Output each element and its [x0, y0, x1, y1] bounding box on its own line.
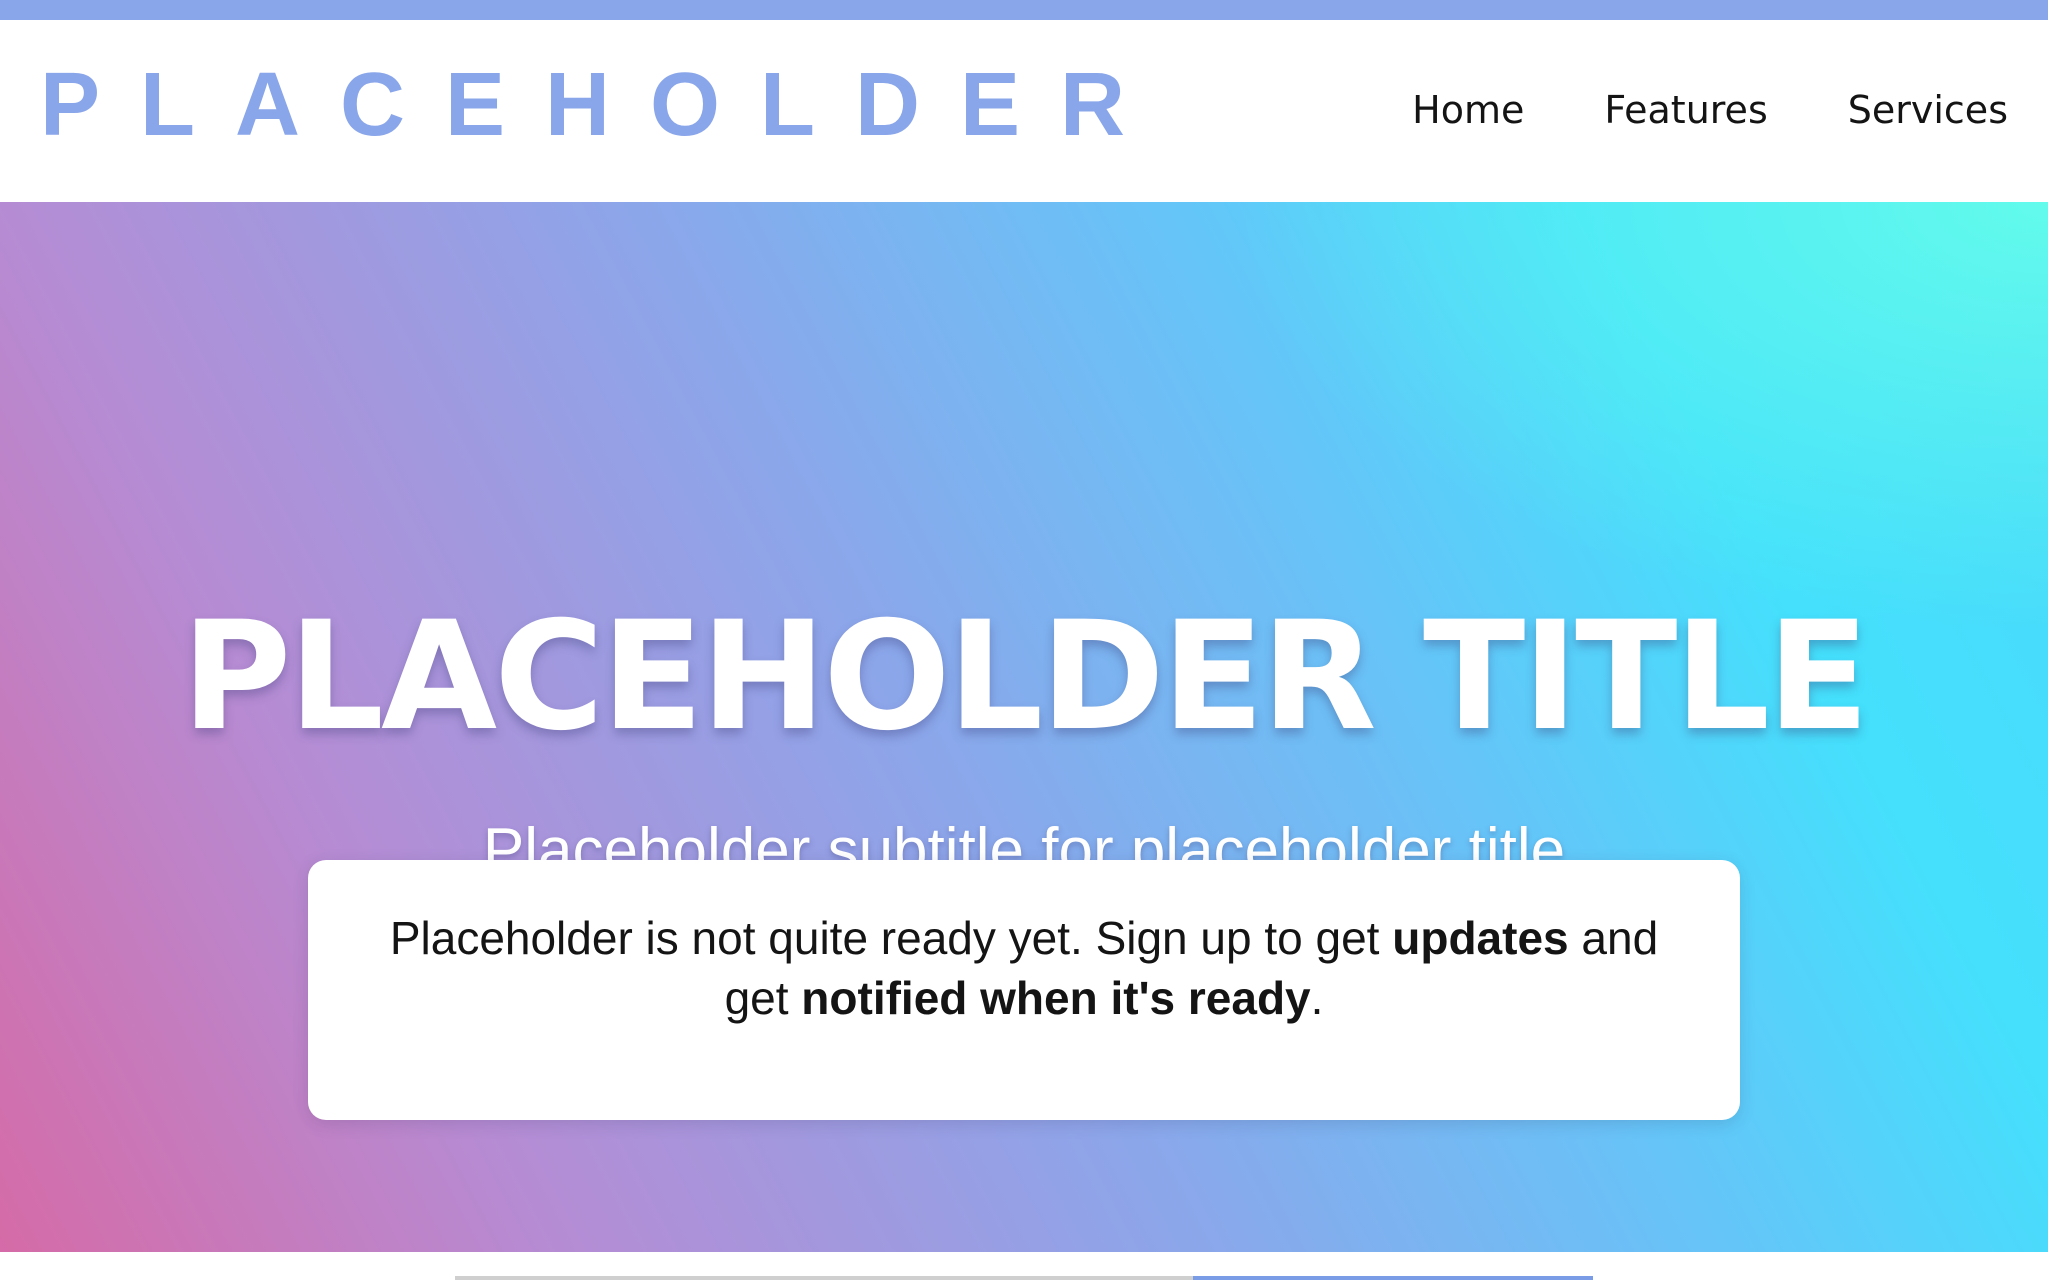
- signup-text-part-3: .: [1310, 972, 1324, 1024]
- top-accent-bar: [0, 0, 2048, 20]
- signup-notified-emphasis: notified when it's ready: [801, 972, 1311, 1024]
- hero-title: PLACEHOLDER TITLE: [181, 590, 1870, 764]
- signup-message: Placeholder is not quite ready yet. Sign…: [368, 908, 1680, 1028]
- site-header: PLACEHOLDER Home Features Services: [0, 20, 2048, 202]
- email-input-edge[interactable]: [455, 1276, 1193, 1280]
- signup-form-edge: [455, 1276, 1593, 1280]
- nav-services-link[interactable]: Services: [1848, 88, 2008, 132]
- signup-updates-emphasis: updates: [1392, 912, 1569, 964]
- signup-text-part-1: Placeholder is not quite ready yet. Sign…: [389, 912, 1393, 964]
- hero-section: PLACEHOLDER TITLE Placeholder subtitle f…: [0, 202, 2048, 1280]
- signup-card: Placeholder is not quite ready yet. Sign…: [308, 860, 1740, 1120]
- nav-home-link[interactable]: Home: [1412, 88, 1524, 132]
- signup-button-edge[interactable]: [1193, 1276, 1593, 1280]
- logo-text: PLACEHOLDER: [40, 55, 1166, 155]
- main-nav: Home Features Services: [1412, 60, 2008, 160]
- nav-features-link[interactable]: Features: [1604, 88, 1767, 132]
- logo[interactable]: PLACEHOLDER: [40, 50, 1165, 160]
